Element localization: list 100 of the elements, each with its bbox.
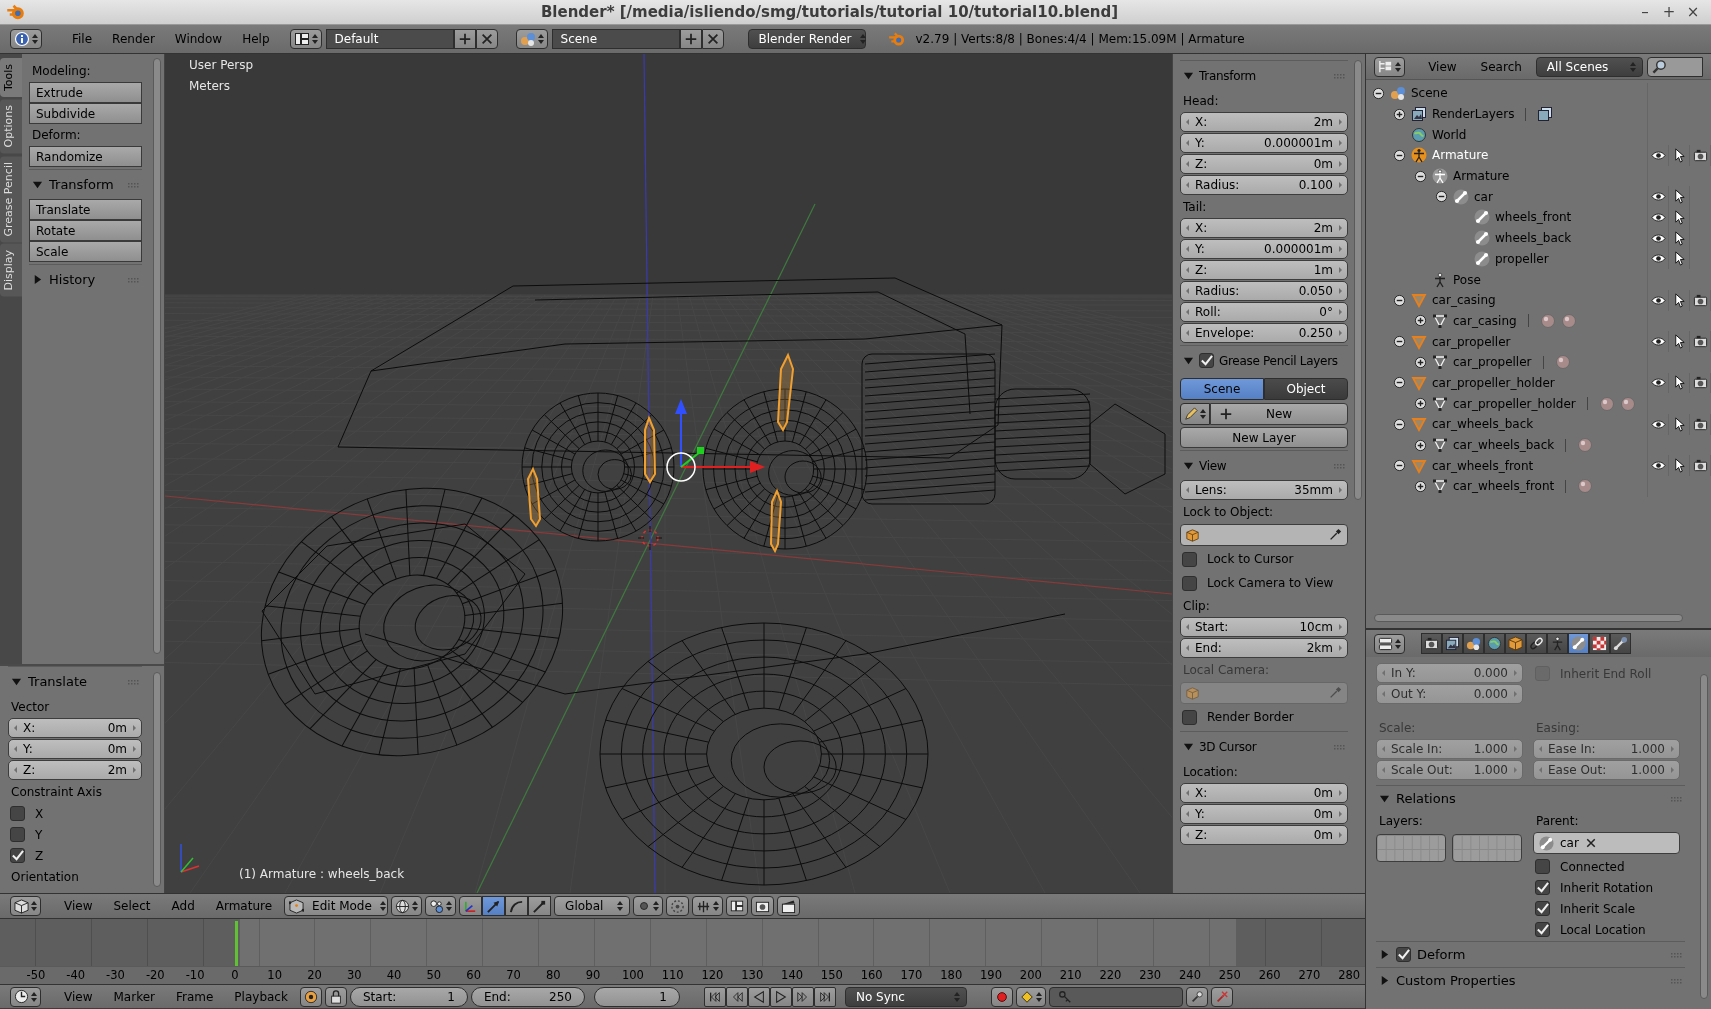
menu-item[interactable]: Search	[1470, 59, 1532, 74]
outliner-item[interactable]: RenderLayers	[1432, 107, 1515, 122]
checkbox[interactable]	[1396, 946, 1411, 962]
sidebar-tab[interactable]: Display	[0, 244, 22, 297]
outliner-item[interactable]: car_wheels_back	[1432, 417, 1534, 432]
scrollbar[interactable]	[1354, 60, 1362, 500]
tool-button[interactable]: New Layer	[1180, 427, 1348, 448]
tool-button[interactable]: Randomize	[29, 146, 142, 167]
start-frame-field[interactable]: Start: 1	[349, 986, 468, 1007]
menu-item[interactable]: File	[64, 32, 101, 46]
snap-dropdown[interactable]	[692, 896, 724, 916]
plus-circle-icon[interactable]	[1414, 355, 1427, 369]
drag-handle-icon[interactable]	[127, 677, 139, 686]
minus-circle-icon[interactable]	[1393, 148, 1406, 162]
sidebar-tab[interactable]: Tools	[0, 58, 22, 98]
scene-field[interactable]: Scene	[551, 29, 680, 49]
outliner-item[interactable]: Armature	[1432, 148, 1489, 163]
outliner-item[interactable]: car_wheels_front	[1453, 479, 1555, 494]
checkbox[interactable]	[10, 806, 25, 821]
menu-item[interactable]: Marker	[104, 989, 164, 1004]
new-button[interactable]: New	[1210, 403, 1348, 425]
parent-field[interactable]: car	[1533, 832, 1680, 854]
collapsed-triangle-icon[interactable]	[1379, 974, 1390, 986]
checkbox[interactable]	[10, 848, 25, 863]
drag-handle-icon[interactable]	[127, 275, 139, 284]
checkbox[interactable]	[1199, 353, 1214, 368]
expanded-triangle-icon[interactable]	[1183, 355, 1194, 366]
sidebar-tab[interactable]: Grease Pencil	[0, 155, 22, 242]
shading-dropdown[interactable]	[391, 896, 423, 916]
editor-type-button[interactable]	[1374, 633, 1405, 654]
number-field[interactable]: X: 2m	[1180, 218, 1348, 238]
properties-tab[interactable]	[1484, 633, 1505, 654]
properties-tab[interactable]	[1505, 633, 1526, 654]
panel-title[interactable]: Transform	[49, 177, 114, 192]
bone-layers-grid[interactable]	[1376, 834, 1446, 862]
outliner-item[interactable]: car_propeller_holder	[1432, 375, 1555, 390]
scrollbar[interactable]	[1374, 614, 1683, 622]
proportional-dropdown[interactable]	[633, 896, 664, 916]
mode-dropdown[interactable]: Edit Mode	[284, 896, 389, 916]
insert-keyframe-button[interactable]	[1185, 986, 1208, 1007]
outliner-item[interactable]: World	[1432, 127, 1467, 142]
properties-tab[interactable]	[1568, 633, 1589, 654]
end-frame-field[interactable]: End: 250	[470, 986, 585, 1007]
window-control-button[interactable]: +	[1657, 3, 1681, 21]
collapsed-triangle-icon[interactable]	[32, 274, 43, 285]
menu-item[interactable]: Playback	[225, 989, 297, 1004]
plus-circle-icon[interactable]	[1414, 314, 1427, 328]
screen-layout-field[interactable]: Default	[325, 29, 454, 49]
outliner-item[interactable]: wheels_back	[1495, 231, 1572, 246]
expanded-triangle-icon[interactable]	[1183, 741, 1194, 752]
window-control-button[interactable]: ×	[1681, 3, 1705, 21]
brush-dropdown[interactable]	[1180, 403, 1210, 425]
number-field[interactable]: Y: 0m	[8, 739, 142, 759]
number-field[interactable]: Z: 1m	[1180, 260, 1348, 280]
menu-item[interactable]: View	[1418, 59, 1467, 74]
expanded-triangle-icon[interactable]	[1183, 460, 1194, 471]
search-field[interactable]	[1647, 56, 1703, 77]
screen-layout-dropdown[interactable]	[289, 29, 322, 49]
panel-title[interactable]: Grease Pencil Layers	[1219, 353, 1338, 368]
number-field[interactable]: Z: 0m	[1180, 825, 1348, 845]
checkbox[interactable]	[1535, 901, 1550, 916]
add-button[interactable]	[453, 29, 476, 49]
outliner-item[interactable]: car_propeller	[1453, 355, 1532, 370]
auto-keying-button[interactable]	[990, 986, 1013, 1007]
manipulator-button[interactable]	[505, 896, 529, 916]
render-engine-dropdown[interactable]: Blender Render	[747, 29, 866, 49]
menu-item[interactable]: Help	[234, 32, 278, 46]
scrollbar[interactable]	[153, 672, 161, 887]
editor-type-button[interactable]	[10, 896, 41, 916]
playback-button[interactable]	[769, 986, 792, 1007]
minus-circle-icon[interactable]	[1393, 293, 1406, 307]
properties-tab[interactable]	[1526, 633, 1547, 654]
checkbox[interactable]	[1535, 922, 1550, 937]
properties-tab[interactable]	[1589, 633, 1610, 654]
scrollbar[interactable]	[153, 58, 161, 654]
outliner-item[interactable]: car_casing	[1453, 313, 1517, 328]
number-field[interactable]: End: 2km	[1180, 638, 1348, 658]
panel-title[interactable]: View	[1199, 458, 1227, 473]
preview-range-button[interactable]	[299, 986, 322, 1007]
outliner-item[interactable]: propeller	[1495, 251, 1549, 266]
minus-circle-icon[interactable]	[1393, 376, 1406, 390]
minus-circle-icon[interactable]	[1435, 190, 1448, 204]
checkbox[interactable]	[1535, 859, 1550, 874]
manipulator-button[interactable]	[528, 896, 552, 916]
drag-handle-icon[interactable]	[127, 180, 139, 189]
toggle-button[interactable]: Object	[1264, 378, 1348, 400]
panel-title[interactable]: Relations	[1396, 790, 1456, 806]
outliner-item[interactable]: car_wheels_back	[1453, 438, 1555, 453]
close-button[interactable]	[701, 29, 724, 49]
playback-button[interactable]	[747, 986, 770, 1007]
layers-button[interactable]	[726, 896, 749, 916]
menu-item[interactable]: View	[55, 899, 102, 913]
editor-type-button[interactable]	[10, 29, 42, 49]
tool-button[interactable]: Subdivide	[29, 103, 142, 124]
panel-title[interactable]: History	[49, 272, 96, 287]
menu-item[interactable]: Window	[166, 32, 231, 46]
plus-circle-icon[interactable]	[1414, 479, 1427, 493]
number-field[interactable]: X: 2m	[1180, 112, 1348, 132]
window-control-button[interactable]: –	[1633, 3, 1657, 21]
close-button[interactable]	[475, 29, 498, 49]
